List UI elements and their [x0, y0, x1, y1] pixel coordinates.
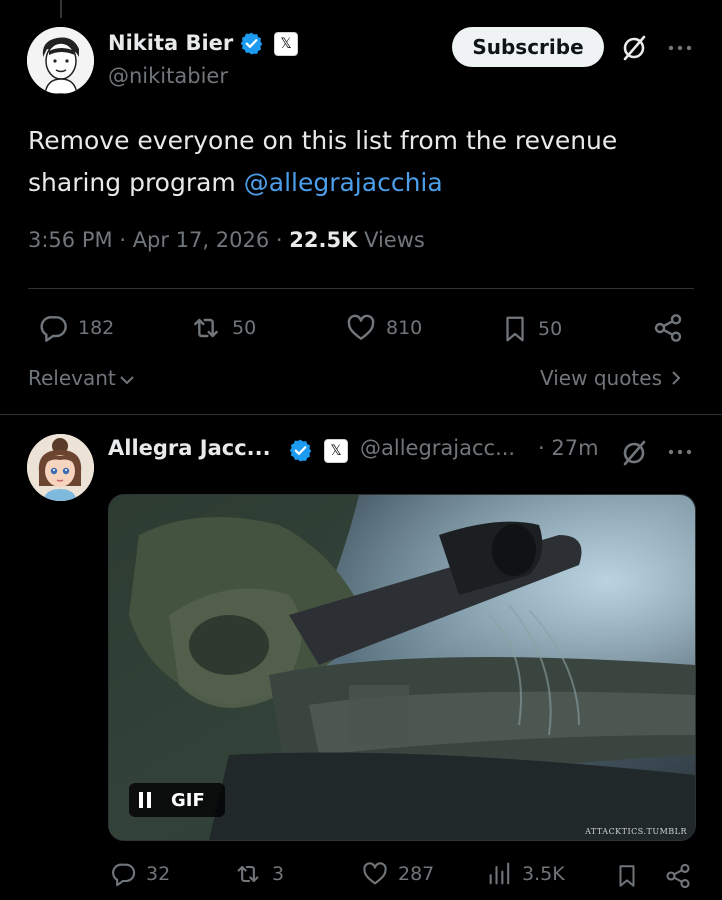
grok-icon[interactable] — [618, 33, 650, 63]
reply-button[interactable]: 182 — [36, 312, 114, 344]
like-button[interactable]: 287 — [360, 860, 434, 888]
like-icon — [347, 314, 375, 340]
bookmark-count: 50 — [538, 318, 563, 340]
separator: · — [119, 228, 126, 252]
repost-button[interactable]: 3 — [232, 860, 284, 888]
reply-author-name[interactable]: Allegra Jacc... — [108, 436, 271, 460]
reply-time[interactable]: · 27m — [538, 436, 599, 460]
repost-count: 50 — [232, 317, 257, 339]
view-quotes-label: View quotes — [540, 366, 662, 390]
gif-badge[interactable]: GIF — [129, 783, 225, 817]
gif-watermark: ATTACKTICS.TUMBLR — [585, 827, 687, 836]
thread-connector-line — [60, 0, 62, 18]
views-count: 3.5K — [522, 863, 565, 885]
bookmark-button[interactable]: 50 — [500, 312, 562, 346]
author-handle[interactable]: @nikitabier — [108, 64, 228, 88]
gif-media[interactable]: GIF ATTACKTICS.TUMBLR — [108, 494, 696, 841]
divider — [0, 414, 722, 415]
like-button[interactable]: 810 — [344, 312, 422, 344]
x-logo-icon: 𝕏 — [324, 439, 348, 463]
sort-dropdown[interactable]: Relevant — [28, 366, 136, 390]
repost-icon — [194, 318, 218, 338]
avatar[interactable] — [27, 434, 94, 501]
post-metadata: 3:56 PM · Apr 17, 2026 · 22.5K Views — [28, 228, 425, 252]
view-quotes-link[interactable]: View quotes — [540, 366, 684, 390]
views-count: 22.5K — [289, 228, 358, 252]
reply-button[interactable]: 32 — [108, 860, 170, 888]
like-icon — [363, 862, 387, 885]
like-count: 810 — [386, 317, 423, 339]
reply-count: 182 — [78, 317, 115, 339]
more-icon[interactable] — [666, 442, 694, 462]
chevron-right-icon — [672, 371, 681, 385]
subscribe-button[interactable]: Subscribe — [452, 27, 604, 67]
post-time[interactable]: 3:56 PM — [28, 228, 113, 252]
bookmark-icon — [506, 316, 524, 342]
pause-icon[interactable] — [139, 792, 151, 808]
views-button[interactable]: 3.5K — [486, 860, 565, 888]
avatar[interactable] — [27, 27, 94, 94]
x-logo-icon: 𝕏 — [274, 32, 298, 56]
verified-badge-icon[interactable] — [239, 31, 264, 56]
sort-label: Relevant — [28, 366, 116, 390]
grok-icon[interactable] — [618, 438, 650, 468]
views-icon — [489, 862, 510, 885]
reply-author-handle[interactable]: @allegrajacc... — [360, 436, 515, 460]
mention-link[interactable]: @allegrajacchia — [244, 168, 443, 197]
post-text: Remove everyone on this list from the re… — [28, 120, 688, 204]
separator: · — [275, 228, 283, 252]
reply-count: 32 — [146, 863, 171, 885]
divider — [28, 288, 694, 289]
author-name[interactable]: Nikita Bier — [108, 31, 233, 55]
repost-icon — [237, 865, 259, 883]
share-icon[interactable] — [662, 860, 694, 892]
gif-label: GIF — [171, 789, 205, 811]
reply-icon — [40, 316, 67, 342]
chevron-down-icon — [120, 376, 134, 385]
verified-badge-icon[interactable] — [288, 438, 313, 463]
views-label: Views — [364, 228, 425, 252]
bookmark-icon[interactable] — [612, 860, 642, 892]
repost-button[interactable]: 50 — [188, 312, 256, 344]
post-date[interactable]: Apr 17, 2026 — [133, 228, 270, 252]
more-icon[interactable] — [666, 38, 694, 58]
repost-count: 3 — [272, 863, 285, 885]
reply-icon — [112, 863, 136, 887]
share-icon[interactable] — [650, 310, 686, 346]
like-count: 287 — [398, 863, 435, 885]
